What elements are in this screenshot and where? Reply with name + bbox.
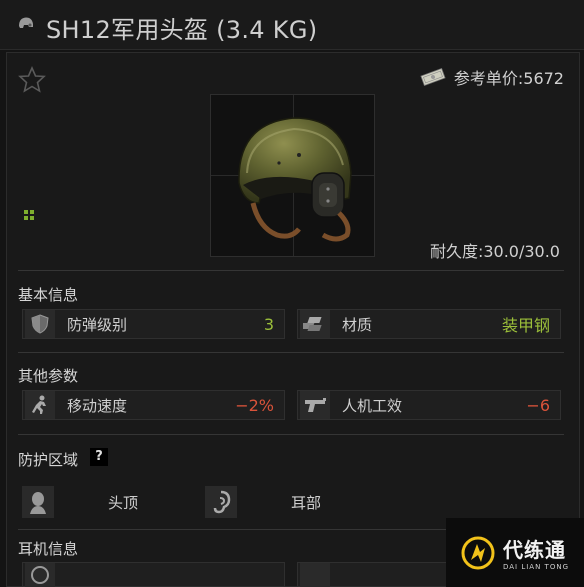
ergonomics-icon [300,391,330,419]
favorite-star-icon[interactable] [18,66,46,94]
stat-material: 材质 装甲钢 [297,309,561,339]
item-size-grid-icon [24,210,34,220]
money-icon [420,68,446,86]
helmet-image [238,117,352,242]
movement-speed-icon [25,391,55,419]
divider [18,434,564,435]
zone-ears: 耳部 [205,485,321,519]
item-image-frame [210,94,375,257]
page-title: SH12军用头盔 (3.4 KG) [46,16,318,44]
head-top-icon [22,486,54,518]
headset-stat-icon [25,562,55,587]
armor-class-icon [25,310,55,338]
zone-head-top: 头顶 [22,485,138,519]
title-bar: SH12军用头盔 (3.4 KG) [0,0,584,50]
stat-headset-partial-2 [297,562,447,587]
stat-value: 装甲钢 [501,316,550,335]
section-title-other: 其他参数 [18,367,79,385]
divider [18,270,564,271]
stat-ergonomics: 人机工效 −6 [297,390,561,420]
headset-stat-icon-2 [300,562,330,587]
watermark-logo: 代练通 DAI LIAN TONG [446,518,584,587]
stat-value: 3 [263,314,274,334]
zone-label: 耳部 [291,493,322,512]
logo-icon [461,536,495,569]
section-title-protection: 防护区域 [18,451,79,469]
reference-price: 参考单价:5672 [420,66,564,88]
durability-label: 耐久度:30.0/30.0 [429,242,560,261]
price-label: 参考单价:5672 [453,69,564,88]
watermark-cn: 代练通 [502,538,566,562]
stat-label: 防弹级别 [67,315,128,334]
material-icon [300,310,330,338]
stat-label: 人机工效 [342,396,403,415]
helmet-icon [19,17,33,28]
zone-label: 头顶 [108,493,139,512]
stat-label: 材质 [342,315,373,334]
stat-headset-partial [22,562,285,587]
section-title-headset: 耳机信息 [18,540,79,558]
stat-armor-class: 防弹级别 3 [22,309,285,339]
help-question-icon[interactable]: ? [90,448,108,466]
ear-icon [205,486,237,518]
divider [18,352,564,353]
stat-value: −6 [526,395,550,415]
stat-label: 移动速度 [67,396,128,415]
section-title-basic: 基本信息 [18,286,79,304]
watermark-en: DAI LIAN TONG [502,563,569,571]
stat-value: −2% [235,395,274,415]
stat-movement-speed: 移动速度 −2% [22,390,285,420]
